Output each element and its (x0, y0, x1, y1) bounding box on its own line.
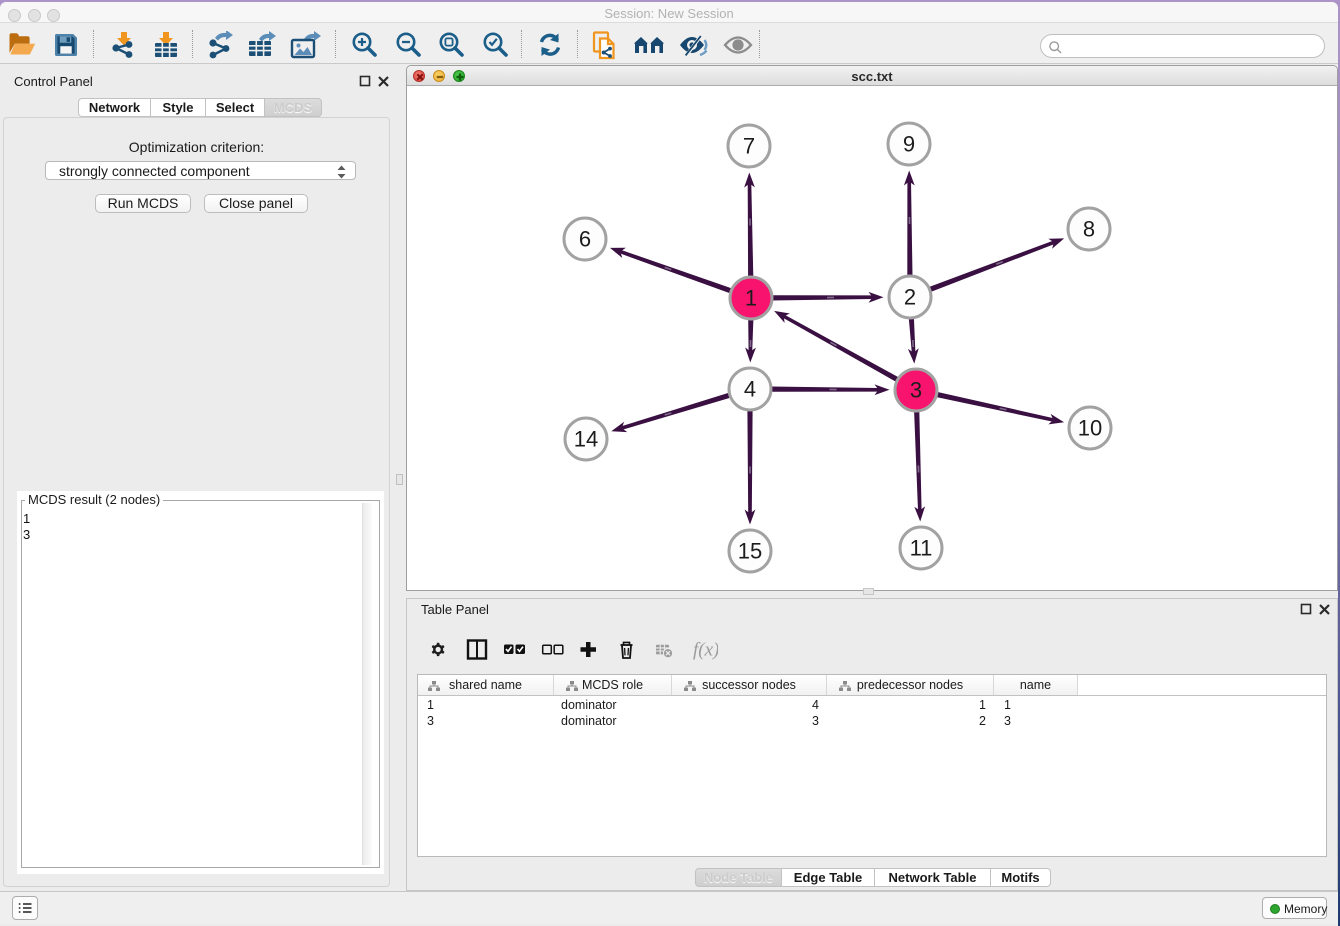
svg-text:7: 7 (743, 134, 755, 159)
svg-text:14: 14 (574, 427, 598, 452)
svg-text:f(x): f(x) (693, 640, 718, 661)
svg-text:3: 3 (910, 378, 922, 403)
svg-text:6: 6 (579, 227, 591, 252)
svg-text:10: 10 (1078, 416, 1102, 441)
svg-text:9: 9 (903, 132, 915, 157)
svg-text:1: 1 (745, 286, 757, 311)
svg-text:8: 8 (1083, 217, 1095, 242)
svg-text:4: 4 (744, 377, 756, 402)
svg-text:15: 15 (738, 539, 762, 564)
svg-text:11: 11 (910, 536, 933, 561)
svg-text:2: 2 (904, 285, 916, 310)
